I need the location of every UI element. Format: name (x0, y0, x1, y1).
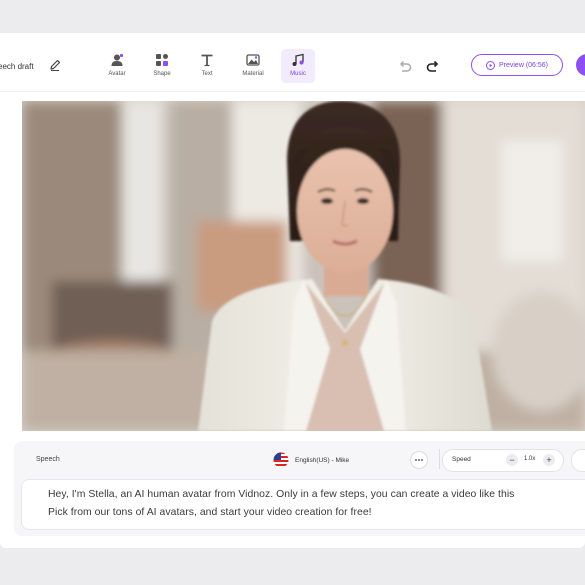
tool-music[interactable]: Music (281, 49, 315, 83)
speech-panel: Speech English(US) - Mike Speed − 1.0x +… (14, 441, 585, 536)
export-button[interactable] (576, 54, 585, 76)
script-line-1: Hey, I'm Stella, an AI human avatar from… (48, 489, 515, 500)
divider (439, 449, 440, 469)
avatar-video-frame (22, 101, 585, 431)
us-flag-icon (273, 452, 289, 468)
material-icon (245, 52, 261, 68)
preview-label: Preview (06:56) (498, 61, 549, 69)
tool-shape[interactable]: Shape (145, 49, 179, 83)
script-text-area[interactable]: Hey, I'm Stella, an AI human avatar from… (21, 479, 585, 530)
tool-text[interactable]: Text (190, 49, 224, 83)
play-icon (485, 60, 495, 70)
tool-avatar-label: Avatar (108, 71, 126, 77)
tool-text-label: Text (201, 71, 213, 77)
speed-value: 1.0x (524, 456, 536, 462)
tool-material-label: Material (242, 71, 264, 77)
pencil-icon[interactable] (48, 58, 62, 72)
more-options-button[interactable] (410, 451, 428, 469)
language-label: English(US) - Mike (295, 456, 350, 464)
tool-shape-label: Shape (153, 71, 171, 77)
speech-label: Speech (36, 456, 60, 463)
editor-window: eech draft Avatar Shape Text Material Mu… (0, 33, 585, 548)
extra-control[interactable] (571, 449, 585, 472)
avatar-icon (109, 52, 125, 68)
speed-increase-button[interactable]: + (543, 454, 555, 466)
shape-icon (154, 52, 170, 68)
more-icon (415, 459, 423, 461)
undo-icon[interactable] (397, 58, 413, 74)
preview-button[interactable]: Preview (06:56) (471, 54, 563, 76)
speed-control: Speed − 1.0x + (442, 449, 564, 472)
text-icon (199, 52, 215, 68)
speed-label: Speed (452, 456, 471, 463)
music-icon (290, 52, 306, 68)
language-select[interactable]: English(US) - Mike (273, 451, 423, 469)
speed-decrease-button[interactable]: − (506, 454, 518, 466)
redo-icon[interactable] (425, 58, 441, 74)
tool-music-label: Music (290, 71, 306, 77)
draft-title[interactable]: eech draft (0, 62, 34, 71)
script-line-2: Pick from our tons of AI avatars, and st… (48, 507, 372, 518)
video-canvas[interactable] (22, 101, 585, 431)
top-toolbar: eech draft Avatar Shape Text Material Mu… (0, 33, 585, 92)
tool-material[interactable]: Material (236, 49, 270, 83)
tool-avatar[interactable]: Avatar (100, 49, 134, 83)
